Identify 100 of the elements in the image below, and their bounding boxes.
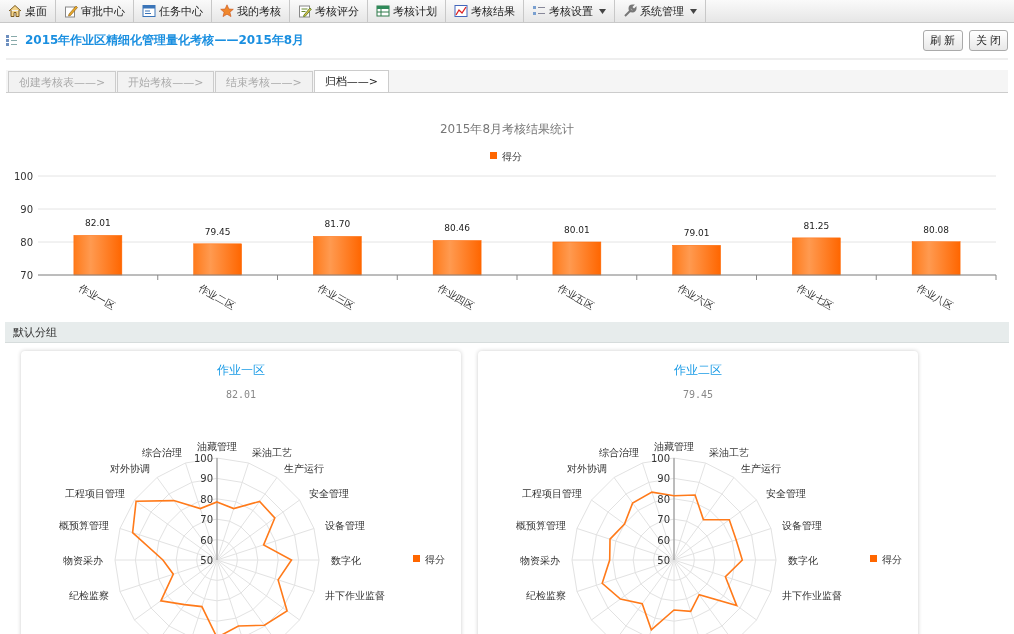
legend-label: 得分 xyxy=(882,554,902,565)
category-label: 作业七区 xyxy=(795,282,836,312)
category-label: 对外协调 xyxy=(567,462,607,474)
bar xyxy=(672,245,721,276)
menu-item[interactable]: 我的考核 xyxy=(212,0,290,22)
category-label: 设备管理 xyxy=(325,519,366,531)
bar xyxy=(911,241,961,276)
legend-label: 得分 xyxy=(425,554,445,565)
category-label: 作业一区 xyxy=(76,282,117,312)
category-label: 采油工艺 xyxy=(709,446,750,458)
axis-label: 100 xyxy=(650,453,670,464)
menu-item[interactable]: 任务中心 xyxy=(134,0,212,22)
house-icon xyxy=(8,4,22,18)
bar-value-label: 81.70 xyxy=(324,219,351,230)
bar-value-label: 81.25 xyxy=(803,220,830,231)
category-label: 工程项目管理 xyxy=(64,488,125,499)
axis-label: 80 xyxy=(200,493,213,505)
chart-title: 2015年8月考核结果统计 xyxy=(439,122,575,136)
bar-value-label: 80.08 xyxy=(923,224,949,235)
axis-label: 60 xyxy=(200,534,213,546)
category-label: 安全管理 xyxy=(309,488,350,499)
card-score: 79.45 xyxy=(682,389,714,400)
bar-value-label: 82.01 xyxy=(85,218,111,229)
axis-label: 70 xyxy=(20,270,33,281)
category-label: 井下作业监督 xyxy=(782,590,843,602)
axis-label: 80 xyxy=(657,493,670,505)
legend-marker xyxy=(413,555,420,562)
menu-item[interactable]: 考核评分 xyxy=(290,0,368,22)
menu-item[interactable]: 考核设置 xyxy=(524,0,615,22)
bar xyxy=(792,237,841,276)
category-label: 采油工艺 xyxy=(252,446,293,458)
menu-item[interactable]: 系统管理 xyxy=(615,0,706,22)
bar xyxy=(432,240,482,276)
menu-item[interactable]: 考核计划 xyxy=(368,0,446,22)
menu-item[interactable]: 审批中心 xyxy=(56,0,134,22)
wrench-icon xyxy=(623,4,637,18)
note-icon xyxy=(298,4,312,18)
category-label: 数字化 xyxy=(331,555,361,566)
category-label: 综合治理 xyxy=(141,446,182,458)
card-title: 作业一区 xyxy=(217,362,265,379)
category-label: 纪检监察 xyxy=(525,590,566,602)
category-label: 生产运行 xyxy=(284,462,324,474)
category-label: 作业三区 xyxy=(316,282,357,312)
category-label: 综合治理 xyxy=(598,446,639,458)
card-title: 作业二区 xyxy=(674,362,722,379)
pencil-icon xyxy=(64,4,78,18)
bar xyxy=(193,243,242,276)
category-label: 设备管理 xyxy=(782,519,823,531)
header-button[interactable]: 刷 新 xyxy=(923,30,963,51)
bar xyxy=(73,235,123,276)
category-label: 安全管理 xyxy=(766,488,807,499)
list-icon xyxy=(532,4,546,18)
page-title: 2015年作业区精细化管理量化考核——2015年8月 xyxy=(25,32,305,49)
header-button[interactable]: 关 闭 xyxy=(968,30,1008,51)
card-score: 82.01 xyxy=(225,389,257,400)
axis-label: 50 xyxy=(657,555,670,566)
bar-value-label: 79.45 xyxy=(204,226,231,237)
step-tab[interactable]: 归档——> xyxy=(313,70,389,92)
category-label: 作业八区 xyxy=(915,282,956,312)
category-label: 纪检监察 xyxy=(68,590,109,602)
bar-value-label: 79.01 xyxy=(683,228,710,239)
axis-label: 90 xyxy=(20,204,33,215)
category-label: 油藏管理 xyxy=(654,441,694,452)
axis-label: 60 xyxy=(657,534,670,546)
axis-label: 90 xyxy=(657,473,670,485)
category-label: 井下作业监督 xyxy=(325,590,386,602)
menu-item[interactable]: 考核结果 xyxy=(446,0,524,22)
table-icon xyxy=(376,4,390,18)
axis-label: 100 xyxy=(13,171,33,182)
bar xyxy=(313,236,362,276)
bar-value-label: 80.46 xyxy=(444,223,470,234)
category-label: 概预算管理 xyxy=(58,519,109,531)
chart-icon xyxy=(454,4,468,18)
category-label: 生产运行 xyxy=(741,462,781,474)
category-label: 油藏管理 xyxy=(197,441,237,452)
bar xyxy=(552,241,602,276)
axis-label: 50 xyxy=(200,555,213,566)
group-title: 默认分组 xyxy=(13,324,57,340)
legend-marker xyxy=(870,555,877,562)
category-label: 物资采办 xyxy=(520,555,560,566)
window-icon xyxy=(142,4,156,18)
bar-value-label: 80.01 xyxy=(564,224,590,235)
legend-label: 得分 xyxy=(502,151,522,162)
category-label: 作业五区 xyxy=(555,282,596,312)
category-label: 对外协调 xyxy=(110,462,150,474)
category-label: 作业六区 xyxy=(675,282,716,312)
axis-label: 90 xyxy=(200,473,213,485)
axis-label: 100 xyxy=(193,453,213,464)
axis-label: 70 xyxy=(200,514,213,526)
category-label: 作业四区 xyxy=(436,282,477,312)
category-label: 工程项目管理 xyxy=(521,488,582,499)
star-icon xyxy=(220,4,234,18)
category-label: 物资采办 xyxy=(63,555,103,566)
category-label: 数字化 xyxy=(788,555,818,566)
menu-item[interactable]: 桌面 xyxy=(0,0,56,22)
category-label: 作业二区 xyxy=(196,282,237,312)
category-label: 概预算管理 xyxy=(515,519,566,531)
list-icon xyxy=(6,35,17,46)
axis-label: 70 xyxy=(657,514,670,526)
axis-label: 80 xyxy=(20,237,33,248)
